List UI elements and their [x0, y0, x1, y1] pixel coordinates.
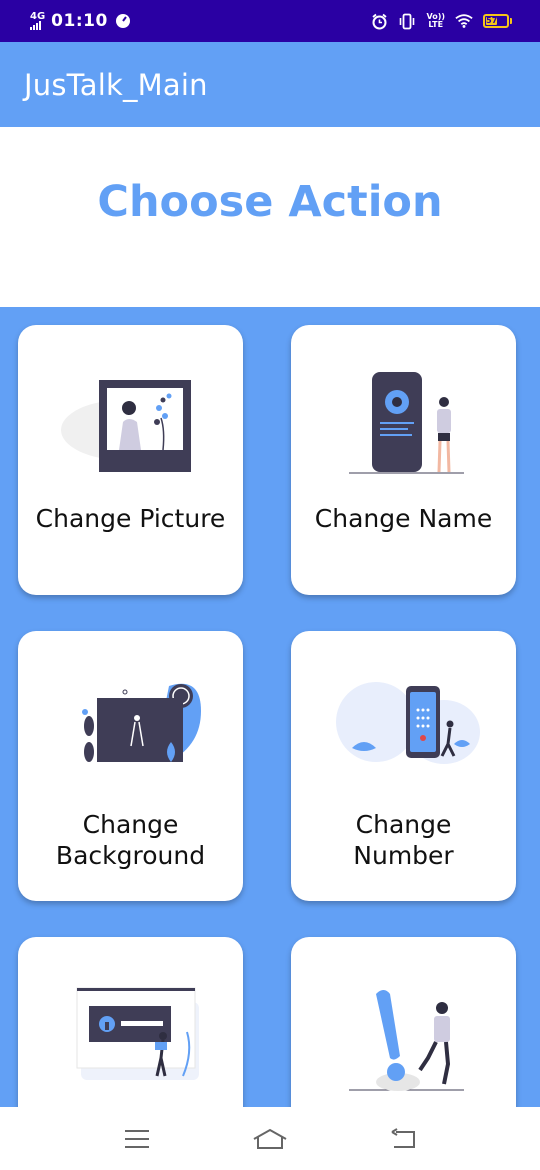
change-background-card[interactable]: Change Background	[18, 631, 243, 901]
background-illustration-icon	[51, 661, 211, 791]
change-background-label: Change Background	[55, 810, 206, 870]
security-card[interactable]	[18, 937, 243, 1107]
change-number-label: Change Number	[353, 810, 454, 870]
menu-icon[interactable]	[117, 1119, 157, 1159]
navigation-bar	[0, 1107, 540, 1170]
picture-illustration-icon	[51, 355, 211, 485]
speed-icon	[114, 12, 132, 30]
back-icon[interactable]	[383, 1119, 423, 1159]
app-bar: JusTalk_Main	[0, 42, 540, 127]
status-bar: 4G 01:10 Vo)) LTE 57	[0, 0, 540, 42]
app-title: JusTalk_Main	[24, 67, 208, 102]
wifi-icon	[455, 12, 473, 30]
change-picture-card[interactable]: Change Picture	[18, 325, 243, 595]
change-picture-label: Change Picture	[35, 504, 226, 533]
change-name-label: Change Name	[314, 504, 493, 533]
signal-icon	[30, 21, 41, 30]
status-time: 01:10	[51, 11, 108, 31]
battery-level: 57	[486, 16, 498, 25]
volte-indicator: Vo)) LTE	[426, 13, 445, 29]
lock-illustration-icon	[51, 967, 211, 1097]
volte-bottom-label: LTE	[428, 20, 444, 29]
status-left: 4G 01:10	[30, 11, 132, 31]
page-heading: Choose Action	[97, 177, 443, 227]
battery-icon: 57	[483, 14, 512, 28]
home-icon[interactable]	[250, 1119, 290, 1159]
alarm-icon	[370, 12, 388, 30]
header-area: Choose Action	[0, 127, 540, 307]
name-illustration-icon	[324, 355, 484, 485]
status-right: Vo)) LTE 57	[370, 12, 512, 30]
exclamation-illustration-icon	[324, 967, 484, 1097]
action-grid: Change Picture Change Name Change Backgr…	[0, 307, 540, 1107]
network-type: 4G	[30, 11, 46, 22]
change-number-card[interactable]: Change Number	[291, 631, 516, 901]
number-illustration-icon	[324, 661, 484, 791]
report-card[interactable]	[291, 937, 516, 1107]
vibrate-icon	[398, 12, 416, 30]
network-indicator: 4G	[30, 12, 45, 30]
change-name-card[interactable]: Change Name	[291, 325, 516, 595]
